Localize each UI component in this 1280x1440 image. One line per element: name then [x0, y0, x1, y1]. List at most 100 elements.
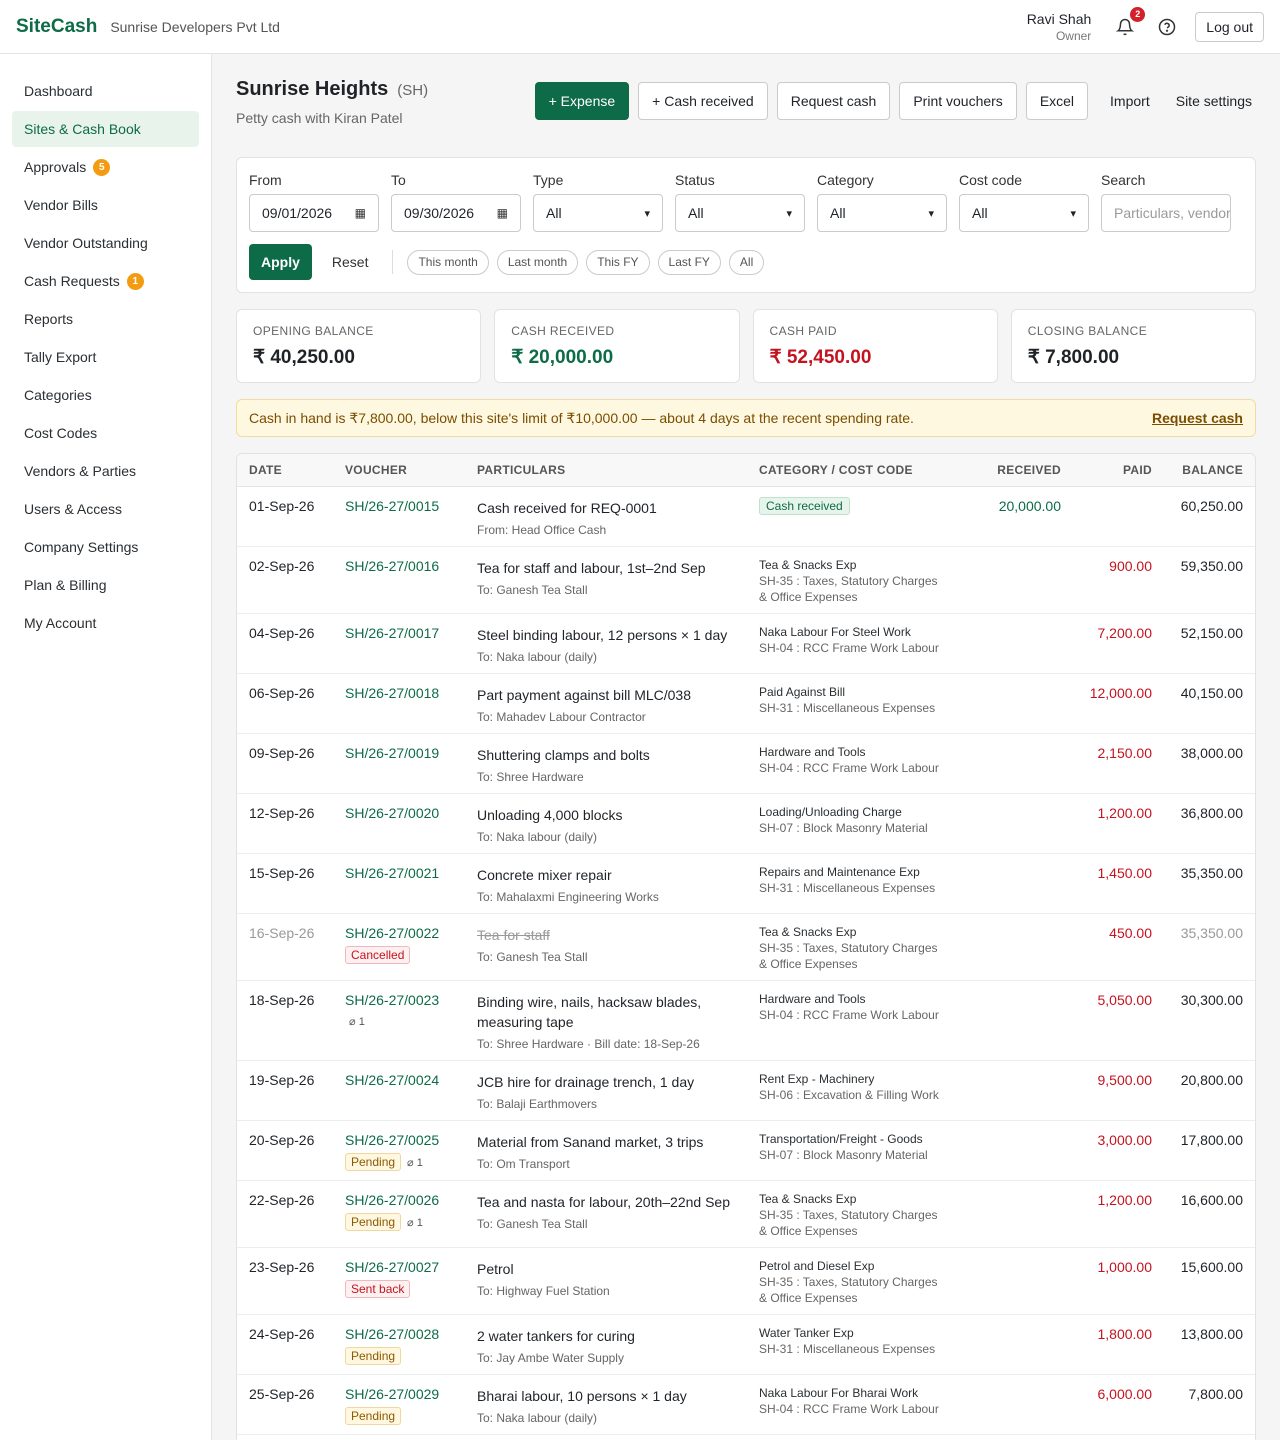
sidebar-item-cost-codes[interactable]: Cost Codes [12, 415, 199, 451]
apply-button[interactable]: Apply [249, 244, 312, 280]
table-row[interactable]: 09-Sep-26 SH/26-27/0019 Shuttering clamps … [237, 733, 1255, 794]
add-expense-button[interactable]: + Expense [534, 82, 630, 120]
party-text: To: Naka labour (daily) [477, 829, 598, 844]
sidebar-item-label: Company Settings [24, 539, 139, 555]
table-row[interactable]: 12-Sep-26 SH/26-27/0020 Unloading 4,000 bl… [237, 793, 1255, 854]
page-subtitle: Petty cash with Kiran Patel [236, 110, 403, 126]
cost-code-select[interactable]: All ▾ [959, 194, 1089, 232]
table-row[interactable]: 23-Sep-26 SH/26-27/0027 Sent back Petrol To:… [237, 1247, 1255, 1315]
table-row[interactable]: 19-Sep-26 SH/26-27/0024 JCB hire for drain… [237, 1060, 1255, 1121]
table-row[interactable]: 01-Sep-26 SH/26-27/0015 Cash received for … [237, 486, 1255, 547]
voucher-link[interactable]: SH/26-27/0029 [345, 1386, 453, 1402]
add-cash-received-button[interactable]: + Cash received [638, 82, 768, 120]
sidebar-item-tally-export[interactable]: Tally Export [12, 339, 199, 375]
range-chip-last-month[interactable]: Last month [496, 249, 579, 275]
sidebar-item-vendor-outstanding[interactable]: Vendor Outstanding [12, 225, 199, 261]
notifications-button[interactable]: 2 [1113, 6, 1146, 39]
table-row[interactable]: 04-Sep-26 SH/26-27/0017 Steel binding labo… [237, 613, 1255, 674]
alert-request-cash-link[interactable]: Request cash [1152, 410, 1243, 426]
voucher-link[interactable]: SH/26-27/0023 [345, 992, 453, 1008]
sidebar-item-approvals[interactable]: Approvals 5 [12, 149, 199, 185]
voucher-link[interactable]: SH/26-27/0017 [345, 625, 453, 641]
table-row[interactable]: 06-Sep-26 SH/26-27/0018 Part payment again… [237, 673, 1255, 734]
sidebar-item-plan-billing[interactable]: Plan & Billing [12, 567, 199, 603]
logout-button[interactable]: Log out [1195, 11, 1264, 42]
attachment-indicator[interactable]: ⌀ 1 [407, 1217, 423, 1229]
reset-button[interactable]: Reset [332, 254, 369, 270]
brand-logo[interactable]: SiteCash [16, 16, 97, 38]
table-row[interactable]: 16-Sep-26 SH/26-27/0022 Cancelled Tea for s… [237, 913, 1255, 981]
col-date[interactable]: DATE [237, 454, 333, 487]
sidebar-item-cash-requests[interactable]: Cash Requests 1 [12, 263, 199, 299]
from-date-input[interactable]: 09/01/2026 ▦ [249, 194, 379, 232]
status-select[interactable]: All ▾ [675, 194, 805, 232]
received-cell [957, 673, 1073, 734]
sidebar-item-categories[interactable]: Categories [12, 377, 199, 413]
voucher-link[interactable]: SH/26-27/0024 [345, 1072, 453, 1088]
range-chip-this-fy[interactable]: This FY [586, 249, 650, 275]
category-cell: Naka Labour For Bharai Work SH-04 : RCC F… [747, 1374, 957, 1435]
voucher-link[interactable]: SH/26-27/0019 [345, 745, 453, 761]
sidebar-item-company-settings[interactable]: Company Settings [12, 529, 199, 565]
voucher-link[interactable]: SH/26-27/0026 [345, 1192, 453, 1208]
status-badge: Pending [345, 1346, 402, 1365]
received-cell [957, 733, 1073, 794]
range-chip-this-month[interactable]: This month [407, 249, 489, 275]
site-settings-button[interactable]: Site settings [1172, 82, 1256, 120]
to-date-input[interactable]: 09/30/2026 ▦ [391, 194, 521, 232]
voucher-link[interactable]: SH/26-27/0018 [345, 685, 453, 701]
cost-code: SH-35 : Taxes, Statutory Charges & Offic… [759, 1274, 938, 1305]
sidebar-item-reports[interactable]: Reports [12, 301, 199, 337]
table-row[interactable]: 24-Sep-26 SH/26-27/0028 Pending 2 water tan… [237, 1314, 1255, 1375]
type-select[interactable]: All ▾ [533, 194, 663, 232]
table-row[interactable]: 18-Sep-26 SH/26-27/0023 ⌀ 1 Binding wire, n… [237, 980, 1255, 1061]
sidebar-item-users-access[interactable]: Users & Access [12, 491, 199, 527]
sidebar-item-label: Cost Codes [24, 425, 98, 441]
attachment-indicator[interactable]: ⌀ 1 [407, 1157, 423, 1169]
count-badge: 1 [126, 272, 144, 290]
table-row[interactable]: 25-Sep-26 SH/26-27/0029 Pending Bharai labo… [237, 1374, 1255, 1435]
voucher-link[interactable]: SH/26-27/0025 [345, 1132, 453, 1148]
sidebar-item-my-account[interactable]: My Account [12, 605, 199, 641]
voucher-link[interactable]: SH/26-27/0016 [345, 558, 453, 574]
sidebar-item-vendors-parties[interactable]: Vendors & Parties [12, 453, 199, 489]
balance-cell: 36,800.00 [1164, 793, 1255, 854]
attachment-indicator[interactable]: ⌀ 1 [349, 1016, 365, 1028]
voucher-cell: SH/26-27/0018 [333, 673, 465, 734]
col-particulars[interactable]: PARTICULARS [465, 454, 747, 487]
col-received[interactable]: RECEIVED [957, 454, 1073, 487]
party-text: To: Naka labour (daily) [477, 649, 598, 664]
voucher-link[interactable]: SH/26-27/0027 [345, 1259, 453, 1275]
party-text: To: Shree Hardware · Bill date: 18-Sep-2… [477, 1036, 700, 1051]
table-row[interactable]: 20-Sep-26 SH/26-27/0025 Pending ⌀ 1 Material… [237, 1120, 1255, 1181]
voucher-link[interactable]: SH/26-27/0028 [345, 1326, 453, 1342]
search-input[interactable]: Particulars, vendor [1101, 194, 1231, 232]
range-chip-all[interactable]: All [728, 249, 765, 275]
voucher-link[interactable]: SH/26-27/0015 [345, 498, 453, 514]
voucher-link[interactable]: SH/26-27/0021 [345, 865, 453, 881]
table-row[interactable]: 02-Sep-26 SH/26-27/0016 Tea for staff and … [237, 546, 1255, 614]
category-cell: Hardware and Tools SH-04 : RCC Frame Work… [747, 733, 957, 794]
sidebar-item-sites-cash-book[interactable]: Sites & Cash Book [12, 111, 199, 147]
sidebar-item-dashboard[interactable]: Dashboard [12, 73, 199, 109]
col-balance[interactable]: BALANCE [1164, 454, 1255, 487]
col-voucher[interactable]: VOUCHER [333, 454, 465, 487]
voucher-link[interactable]: SH/26-27/0020 [345, 805, 453, 821]
import-button[interactable]: Import [1106, 82, 1154, 120]
category-cell: Tea & Snacks Exp SH-35 : Taxes, Statutory… [747, 546, 957, 614]
category-name: Rent Exp - Machinery [759, 1071, 875, 1086]
voucher-link[interactable]: SH/26-27/0022 [345, 925, 453, 941]
print-vouchers-button[interactable]: Print vouchers [899, 82, 1017, 120]
date-cell: 04-Sep-26 [237, 613, 333, 674]
col-category[interactable]: CATEGORY / COST CODE [747, 454, 957, 487]
cash-received-card: CASH RECEIVED ₹ 20,000.00 [494, 309, 740, 383]
request-cash-button[interactable]: Request cash [776, 82, 891, 120]
table-row[interactable]: 15-Sep-26 SH/26-27/0021 Concrete mixer rep… [237, 853, 1255, 914]
help-button[interactable] [1155, 15, 1179, 39]
excel-export-button[interactable]: Excel [1025, 82, 1089, 120]
table-row[interactable]: 22-Sep-26 SH/26-27/0026 Pending ⌀ 1 Tea and … [237, 1180, 1255, 1248]
col-paid[interactable]: PAID [1073, 454, 1164, 487]
range-chip-last-fy[interactable]: Last FY [657, 249, 721, 275]
category-select[interactable]: All ▾ [817, 194, 947, 232]
sidebar-item-vendor-bills[interactable]: Vendor Bills [12, 187, 199, 223]
